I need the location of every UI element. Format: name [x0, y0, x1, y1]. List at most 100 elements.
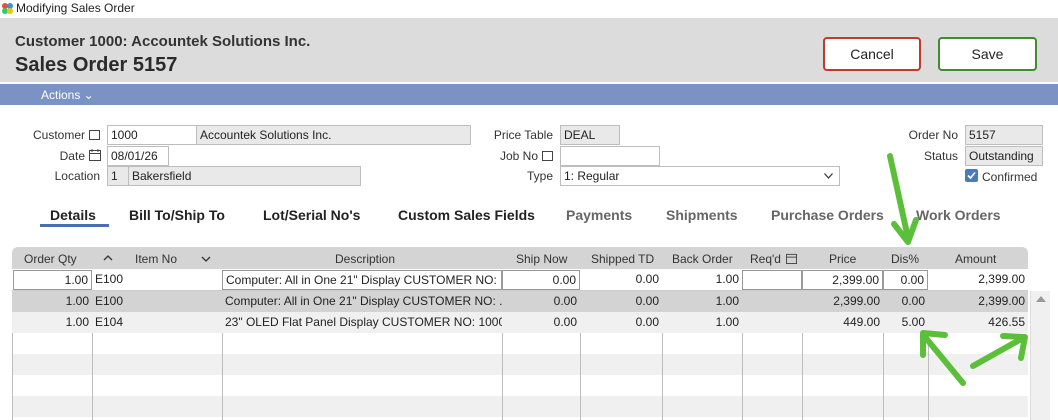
column-divider [662, 333, 663, 420]
tab-bill-to-ship-to[interactable]: Bill To/Ship To [129, 207, 225, 223]
ship-now-input[interactable]: 0.00 [502, 270, 580, 290]
customer-name-field: Accountek Solutions Inc. [196, 125, 471, 145]
column-header-ship-now[interactable]: Ship Now [516, 252, 567, 266]
order-no-field: 5157 [965, 125, 1043, 145]
row-qty: 1.00 [65, 294, 89, 308]
row-reqd [742, 291, 802, 312]
tab-payments[interactable]: Payments [566, 207, 632, 223]
grid-edit-row: 1.00 E100 Computer: All in One 21" Displ… [12, 269, 1028, 291]
order-qty-input[interactable]: 1.00 [13, 270, 92, 290]
price-table-field[interactable]: DEAL [560, 125, 620, 145]
row-amount: 426.55 [988, 315, 1025, 329]
reqd-input[interactable] [742, 270, 802, 290]
row-amount: 2,399.00 [978, 294, 1025, 308]
price-table-label: Price Table [493, 128, 553, 142]
column-divider [580, 333, 581, 420]
row-shipped-td: 0.00 [635, 315, 659, 329]
column-divider [222, 333, 223, 420]
row-back-order: 1.00 [715, 294, 739, 308]
grid-scrollbar[interactable] [1030, 291, 1050, 420]
row-back-order: 1.00 [715, 315, 739, 329]
type-select[interactable]: 1: Regular [560, 166, 840, 186]
customer-heading: Customer 1000: Accountek Solutions Inc. [15, 33, 311, 50]
column-divider [883, 333, 884, 420]
calendar-icon [786, 253, 797, 264]
column-header-back-order[interactable]: Back Order [672, 252, 733, 266]
row-dis: 5.00 [901, 315, 925, 329]
row-reqd [742, 312, 802, 333]
status-label: Status [923, 149, 958, 163]
edit-amount: 2,399.00 [978, 272, 1025, 286]
column-header-item-no[interactable]: Item No [135, 252, 177, 266]
column-header-order-qty[interactable]: Order Qty [24, 252, 77, 266]
edit-dis: 0.00 [900, 273, 924, 287]
column-divider [928, 333, 929, 420]
dis-input[interactable]: 0.00 [883, 270, 928, 290]
chevron-down-icon[interactable] [201, 256, 211, 262]
column-header-reqd[interactable]: Req'd [750, 252, 781, 266]
lookup-icon[interactable] [89, 130, 100, 140]
tab-purchase-orders[interactable]: Purchase Orders [771, 207, 884, 223]
actions-menu[interactable]: Actions ⌄ [41, 88, 94, 102]
lookup-icon[interactable] [542, 151, 553, 161]
edit-price: 2,399.00 [832, 273, 879, 287]
description-input[interactable]: Computer: All in One 21" Display CUSTOME… [222, 270, 502, 290]
save-button[interactable]: Save [938, 37, 1037, 71]
window-title: Modifying Sales Order [16, 1, 135, 15]
column-header-shipped-td[interactable]: Shipped TD [591, 252, 654, 266]
edit-qty: 1.00 [64, 273, 88, 287]
row-description: 23" OLED Flat Panel Display CUSTOMER NO:… [225, 315, 502, 329]
date-field[interactable]: 08/01/26 [107, 146, 169, 166]
table-row[interactable]: 1.00 E100 Computer: All in One 21" Displ… [12, 291, 1028, 312]
empty-row [12, 354, 1028, 375]
price-input[interactable]: 2,399.00 [802, 270, 883, 290]
actions-bar: Actions ⌄ [0, 84, 1058, 105]
type-select-value: 1: Regular [564, 169, 620, 183]
column-divider [12, 333, 13, 420]
column-divider [92, 333, 93, 420]
edit-ship-now: 0.00 [552, 273, 576, 287]
order-header: Customer 1000: Accountek Solutions Inc. … [0, 18, 1058, 82]
calendar-icon[interactable] [89, 149, 101, 161]
row-shipped-td: 0.00 [635, 294, 659, 308]
window-titlebar: Modifying Sales Order [0, 0, 1058, 18]
sort-up-icon[interactable] [103, 255, 113, 261]
confirmed-label: Confirmed [982, 170, 1038, 184]
grid-header: Order Qty Item No Description Ship Now S… [12, 247, 1028, 269]
column-header-description[interactable]: Description [335, 252, 395, 266]
date-label: Date [59, 149, 85, 163]
table-row[interactable]: 1.00 E104 23" OLED Flat Panel Display CU… [12, 312, 1028, 333]
customer-id-field[interactable]: 1000 [107, 125, 197, 145]
location-id-field[interactable]: 1 [107, 166, 129, 186]
customer-label: Customer [32, 128, 85, 142]
annotation-arrow [887, 153, 919, 245]
edit-reqd [743, 270, 801, 291]
edit-item-no[interactable]: E100 [92, 269, 222, 290]
row-description: Computer: All in One 21" Display CUSTOME… [225, 294, 502, 308]
checkbox-icon[interactable] [965, 169, 978, 182]
scroll-up-icon[interactable] [1036, 296, 1046, 302]
cancel-button[interactable]: Cancel [823, 37, 921, 71]
edit-shipped-td: 0.00 [635, 272, 659, 286]
tab-work-orders[interactable]: Work Orders [916, 207, 1001, 223]
row-dis: 0.00 [901, 294, 925, 308]
tab-lot-serial[interactable]: Lot/Serial No's [263, 207, 360, 223]
type-label: Type [526, 169, 553, 183]
job-no-field[interactable] [560, 146, 660, 166]
row-price: 2,399.00 [833, 294, 880, 308]
row-qty: 1.00 [65, 315, 89, 329]
column-header-dis[interactable]: Dis% [891, 252, 919, 266]
app-icon [2, 3, 13, 14]
location-name-field: Bakersfield [128, 166, 361, 186]
column-header-price[interactable]: Price [829, 252, 856, 266]
row-item-no: E104 [95, 315, 124, 329]
tab-shipments[interactable]: Shipments [666, 207, 738, 223]
tab-details[interactable]: Details [50, 207, 96, 223]
tab-bar: Details Bill To/Ship To Lot/Serial No's … [0, 204, 1058, 228]
tab-custom-sales-fields[interactable]: Custom Sales Fields [398, 207, 535, 223]
line-items-grid: Order Qty Item No Description Ship Now S… [12, 247, 1056, 420]
row-item-no: E100 [95, 294, 124, 308]
empty-row [12, 333, 1028, 354]
empty-row [12, 375, 1028, 396]
column-header-amount[interactable]: Amount [955, 252, 996, 266]
